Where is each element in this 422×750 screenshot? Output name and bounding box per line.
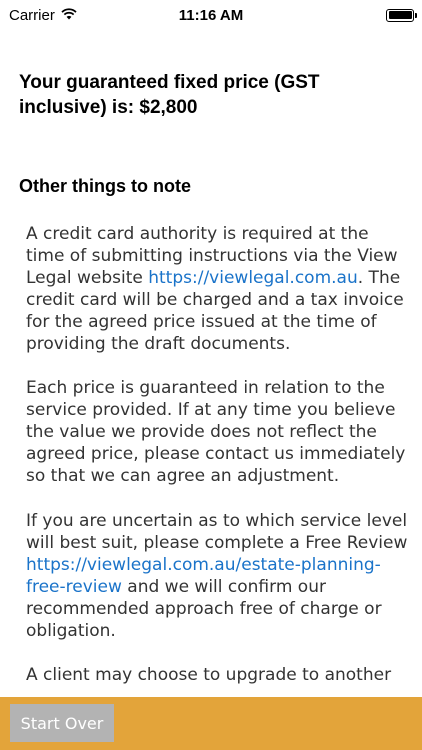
note-credit-card: A credit card authority is required at t… xyxy=(26,224,404,354)
note-free-review: If you are uncertain as to which service… xyxy=(26,511,408,641)
carrier-label: Carrier xyxy=(9,6,55,24)
content-scroll-area[interactable]: Your guaranteed fixed price (GST inclusi… xyxy=(0,30,422,697)
wifi-icon xyxy=(61,7,77,24)
status-bar: Carrier 11:16 AM xyxy=(0,0,422,30)
note-price-guarantee: Each price is guaranteed in relation to … xyxy=(26,378,406,486)
battery-icon xyxy=(386,8,417,22)
bottom-bar: Start Over xyxy=(0,697,422,750)
viewlegal-link[interactable]: https://viewlegal.com.au xyxy=(148,268,358,288)
price-heading: Your guaranteed fixed price (GST inclusi… xyxy=(19,72,320,118)
status-left: Carrier xyxy=(9,7,77,24)
note-upgrade: A client may choose to upgrade to anothe… xyxy=(26,665,392,685)
other-notes-heading: Other things to note xyxy=(19,176,191,196)
start-over-button[interactable]: Start Over xyxy=(10,704,114,742)
